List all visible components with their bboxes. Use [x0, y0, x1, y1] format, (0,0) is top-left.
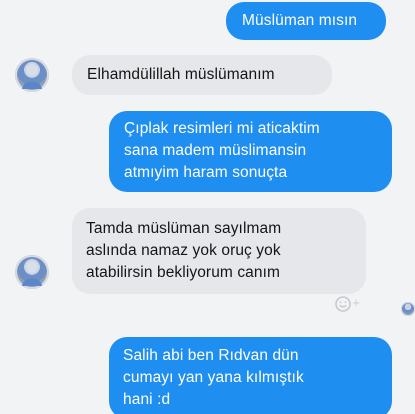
contact-avatar-icon[interactable]	[15, 255, 49, 289]
message-text-line: hani :d	[123, 391, 171, 408]
message-text-line: Tamda müslüman sayılmam	[86, 220, 282, 237]
message-bubble-incoming[interactable]: Elhamdülillah müslümanım	[72, 55, 332, 95]
message-text-line: atabilirsin bekliyorum canım	[86, 264, 281, 281]
message-text-line: aslında namaz yok oruç yok	[86, 242, 281, 259]
message-text: Müslüman mısın	[242, 12, 358, 29]
emoji-reaction-icon[interactable]	[334, 295, 352, 313]
message-bubble-outgoing[interactable]: Salih abi ben Rıdvan dün cumayı yan yana…	[109, 337, 392, 414]
message-text: Elhamdülillah müslümanım	[87, 66, 275, 83]
message-bubble-outgoing[interactable]: Müslüman mısın	[226, 2, 386, 40]
message-text-line: cumayı yan yana kılmıştık	[123, 369, 304, 386]
message-bubble-incoming[interactable]: Tamda müslüman sayılmam aslında namaz yo…	[72, 208, 366, 294]
chat-screen: Müslüman mısın Elhamdülillah müslümanım …	[0, 0, 415, 414]
message-text-line: sana madem müslimansin	[124, 142, 307, 159]
message-text-line: atmıyim haram sonuçta	[124, 164, 288, 181]
contact-avatar-icon[interactable]	[15, 58, 49, 92]
message-text-line: Salih abi ben Rıdvan dün	[123, 347, 299, 364]
message-text-line: Çıplak resimleri mi aticaktim	[124, 120, 320, 137]
reaction-add-icon[interactable]: +	[352, 298, 360, 309]
seen-avatar-icon	[401, 302, 415, 316]
message-bubble-outgoing[interactable]: Çıplak resimleri mi aticaktim sana madem…	[109, 111, 392, 192]
